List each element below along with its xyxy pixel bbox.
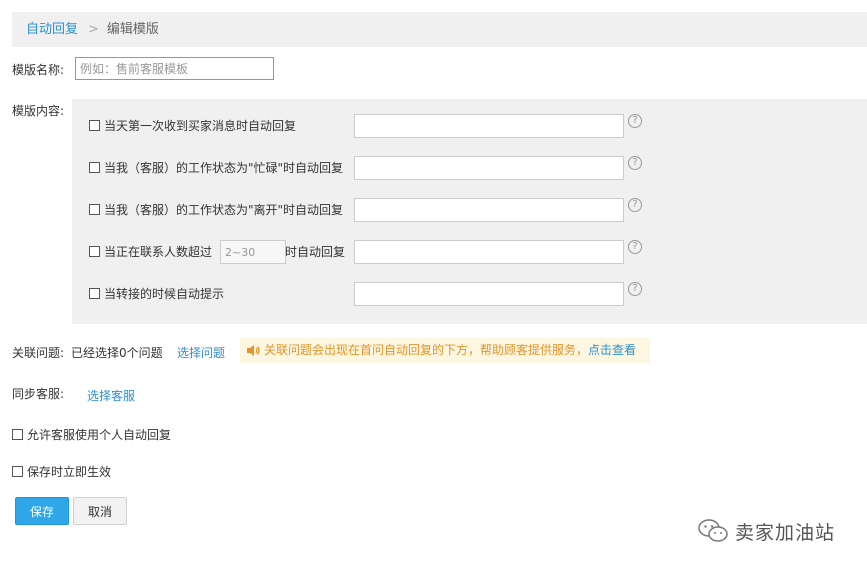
select-agents-link[interactable]: 选择客服 <box>87 387 135 404</box>
help-icon[interactable]: ? <box>628 114 642 128</box>
breadcrumb-separator: > <box>88 22 99 37</box>
allow-personal-reply-label: 允许客服使用个人自动回复 <box>27 428 172 442</box>
save-immediate-label: 保存时立即生效 <box>27 465 112 479</box>
option-away: 当我（客服）的工作状态为"离开"时自动回复 ? <box>72 196 867 222</box>
option-first-message-checkbox[interactable] <box>89 120 100 131</box>
watermark: 卖家加油站 <box>697 517 835 545</box>
cancel-button[interactable]: 取消 <box>73 497 127 525</box>
option-transfer: 当转接的时候自动提示 ? <box>72 280 867 306</box>
option-contact-limit-checkbox[interactable] <box>89 246 100 257</box>
watermark-text: 卖家加油站 <box>735 521 836 544</box>
related-questions-notice: 关联问题会出现在首问自动回复的下方，帮助顾客提供服务，点击查看 <box>240 338 650 363</box>
save-immediate-checkbox[interactable] <box>12 466 23 477</box>
allow-personal-reply-row: 允许客服使用个人自动回复 <box>12 426 171 443</box>
option-away-input[interactable] <box>354 198 624 222</box>
option-first-message: 当天第一次收到买家消息时自动回复 ? <box>72 112 867 138</box>
template-name-label: 模版名称: <box>12 63 65 77</box>
sync-agents-label: 同步客服: <box>12 387 65 401</box>
wechat-icon <box>698 519 728 542</box>
option-contact-limit-label-after: 时自动回复 <box>285 245 346 259</box>
template-name-input[interactable] <box>75 57 274 80</box>
option-away-label: 当我（客服）的工作状态为"离开"时自动回复 <box>104 203 344 217</box>
help-icon[interactable]: ? <box>628 282 642 296</box>
contact-limit-number-input[interactable] <box>220 240 286 264</box>
option-away-checkbox[interactable] <box>89 204 100 215</box>
related-questions-label: 关联问题: <box>12 346 65 360</box>
template-content-label: 模版内容: <box>12 104 65 118</box>
option-busy: 当我（客服）的工作状态为"忙碌"时自动回复 ? <box>72 154 867 180</box>
save-button[interactable]: 保存 <box>15 497 69 525</box>
breadcrumb-current: 编辑模版 <box>106 22 159 37</box>
option-contact-limit: 当正在联系人数超过 时自动回复 ? <box>72 238 867 264</box>
option-first-message-input[interactable] <box>354 114 624 138</box>
template-content-panel: 当天第一次收到买家消息时自动回复 ? 当我（客服）的工作状态为"忙碌"时自动回复… <box>72 99 867 324</box>
option-transfer-label: 当转接的时候自动提示 <box>104 287 225 301</box>
option-contact-limit-input[interactable] <box>354 240 624 264</box>
select-questions-link[interactable]: 选择问题 <box>177 344 225 361</box>
option-contact-limit-label: 当正在联系人数超过 <box>104 245 213 259</box>
option-first-message-label: 当天第一次收到买家消息时自动回复 <box>104 119 297 133</box>
allow-personal-reply-checkbox[interactable] <box>12 429 23 440</box>
speaker-icon <box>247 345 260 356</box>
related-questions-status: 已经选择0个问题 <box>71 346 163 360</box>
option-busy-input[interactable] <box>354 156 624 180</box>
breadcrumb-auto-reply-link[interactable]: 自动回复 <box>26 22 78 37</box>
option-transfer-input[interactable] <box>354 282 624 306</box>
option-busy-label: 当我（客服）的工作状态为"忙碌"时自动回复 <box>104 161 344 175</box>
notice-text: 关联问题会出现在首问自动回复的下方，帮助顾客提供服务， <box>264 343 589 357</box>
help-icon[interactable]: ? <box>628 240 642 254</box>
notice-view-link[interactable]: 点击查看 <box>588 343 636 357</box>
option-transfer-checkbox[interactable] <box>89 288 100 299</box>
help-icon[interactable]: ? <box>628 198 642 212</box>
breadcrumb: 自动回复 > 编辑模版 <box>12 12 867 47</box>
option-busy-checkbox[interactable] <box>89 162 100 173</box>
help-icon[interactable]: ? <box>628 156 642 170</box>
save-immediate-row: 保存时立即生效 <box>12 463 111 480</box>
